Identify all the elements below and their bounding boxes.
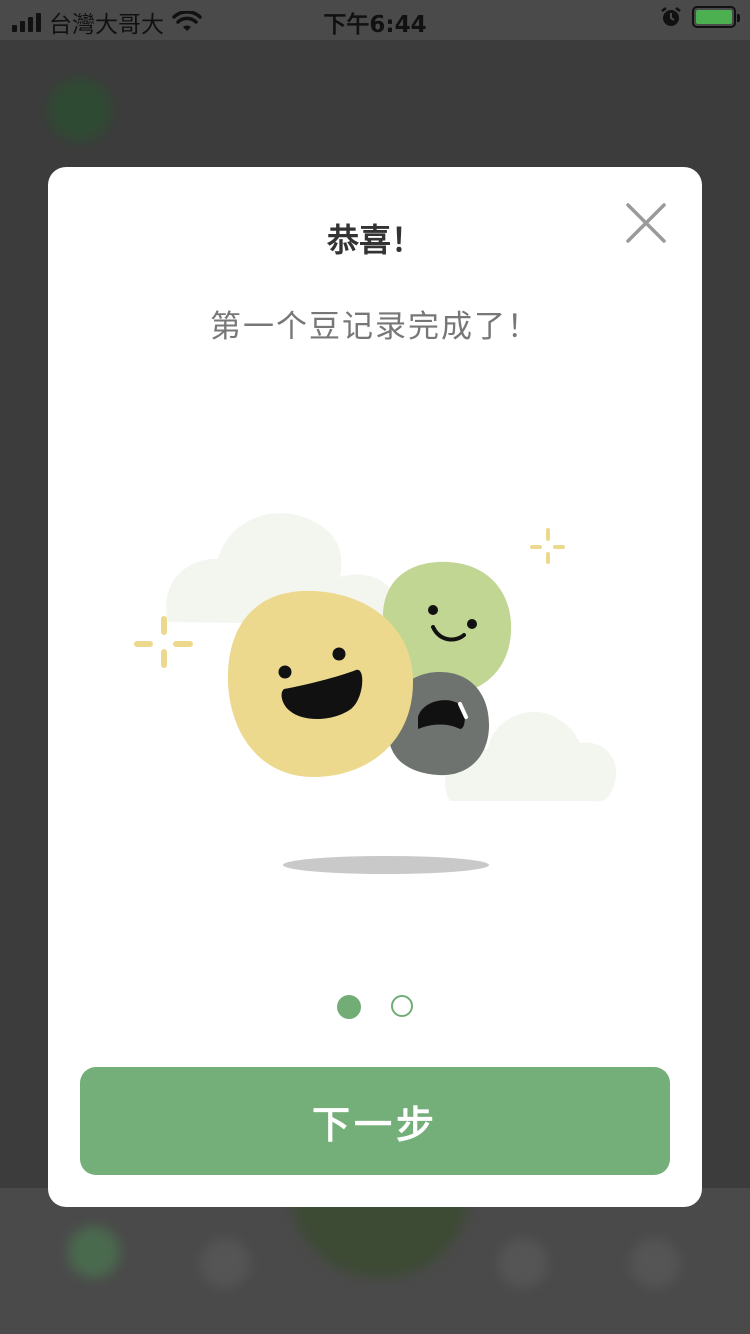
laughing-bean: [227, 590, 413, 777]
battery-level: [696, 10, 732, 24]
status-bar: 台灣大哥大 下午6:44: [0, 0, 750, 40]
close-icon: [626, 203, 666, 243]
background-tab-icon: [498, 1238, 548, 1288]
status-time: 下午6:44: [323, 12, 427, 38]
modal-subtitle: 第一个豆记录完成了！: [210, 309, 540, 345]
congrats-modal: 恭喜！ 第一个豆记录完成了！ 下一步: [48, 167, 702, 1207]
background-tab-bar: [0, 1178, 750, 1334]
sparkle-right: [530, 528, 565, 564]
beans-illustration: [134, 513, 617, 874]
background-tab-icon: [68, 1226, 120, 1278]
pagination-dots: [48, 995, 702, 1019]
sparkle-left: [134, 616, 193, 668]
ground-shadow: [283, 856, 489, 874]
modal-title: 恭喜！: [326, 221, 423, 259]
page-dot-2[interactable]: [391, 995, 413, 1017]
background-tab-icon: [630, 1238, 680, 1288]
close-button[interactable]: [624, 201, 668, 245]
alarm-icon: [661, 7, 681, 26]
battery-icon: [692, 6, 740, 28]
next-step-button[interactable]: 下一步: [80, 1067, 670, 1175]
page-dot-1[interactable]: [337, 995, 361, 1019]
background-tab-icon: [200, 1238, 250, 1288]
background-avatar: [48, 78, 112, 142]
